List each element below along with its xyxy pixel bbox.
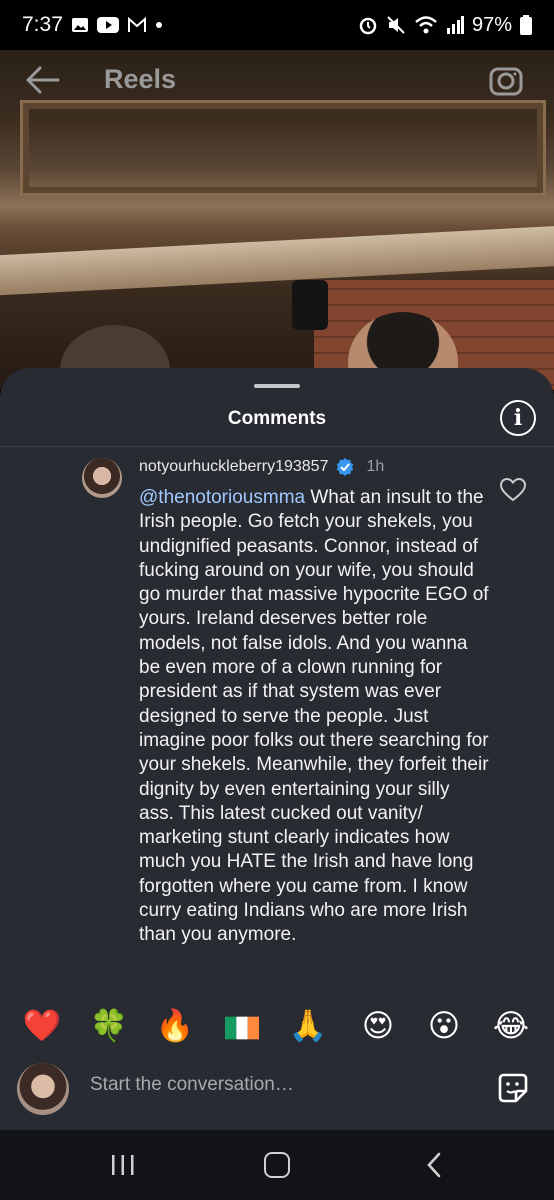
page-title: Reels [104,64,177,94]
my-avatar [17,1063,69,1115]
system-nav-bar [0,1130,554,1200]
home-icon[interactable] [264,1152,290,1178]
comment-input[interactable]: Start the conversation… [90,1074,294,1096]
reaction-ireland-flag[interactable] [220,1004,264,1048]
reel-video[interactable] [0,50,554,390]
reaction-heart[interactable]: ❤️ [20,1004,64,1048]
info-icon[interactable]: i [500,400,536,436]
mute-icon [387,16,405,34]
reaction-pray[interactable]: 🙏 [286,1004,330,1048]
comment-mention[interactable]: @thenotoriousmma [139,487,305,508]
signal-icon [446,16,464,34]
verified-badge-icon [337,458,354,476]
comment-body: @thenotoriousmma What an insult to the I… [139,486,489,948]
ireland-flag-icon [225,1016,259,1039]
youtube-icon [96,17,119,33]
reaction-laughing[interactable]: 😂 [489,1004,533,1048]
comment-username[interactable]: notyourhuckleberry193857 [139,458,328,476]
reaction-fire[interactable]: 🔥 [153,1004,197,1048]
alarm-icon [359,17,377,35]
camera-icon[interactable] [488,62,524,98]
back-icon[interactable] [424,1152,444,1178]
reaction-shamrock[interactable]: 🍀 [87,1004,131,1048]
status-right: 97% [358,14,532,37]
comment-text: What an insult to the Irish people. Go f… [139,487,489,946]
battery-percent: 97% [471,13,512,36]
battery-icon [520,15,532,35]
divider [0,446,554,447]
reaction-surprised[interactable]: 😮 [422,1004,466,1048]
reaction-heart-eyes[interactable]: 😍 [356,1004,400,1048]
info-glyph: i [513,405,523,431]
status-left: 7:37 [22,13,163,37]
gmail-icon [127,17,146,32]
gallery-icon [71,18,88,32]
recent-apps-icon[interactable] [108,1154,138,1176]
compose-bar: Start the conversation… [0,1056,554,1130]
arrow-left-icon[interactable] [22,62,62,98]
like-heart-icon[interactable] [500,478,526,502]
status-time: 7:37 [22,13,63,36]
comment-header: notyourhuckleberry193857 1h [139,458,384,476]
status-bar: 7:37 97% [0,0,554,50]
sticker-icon[interactable] [496,1071,530,1105]
wifi-icon [415,16,437,34]
quick-reactions: ❤️ 🍀 🔥 🙏 😍 😮 😂 [0,1004,554,1054]
dot-icon [155,22,162,28]
ceiling-panel [20,100,546,196]
sheet-title: Comments [227,408,327,429]
stage-light [292,280,328,330]
comment-time: 1h [366,458,385,475]
comments-sheet: Comments i notyourhuckleberry193857 1h @… [0,368,554,1130]
commenter-avatar[interactable] [82,458,122,498]
drag-handle[interactable] [254,384,300,388]
